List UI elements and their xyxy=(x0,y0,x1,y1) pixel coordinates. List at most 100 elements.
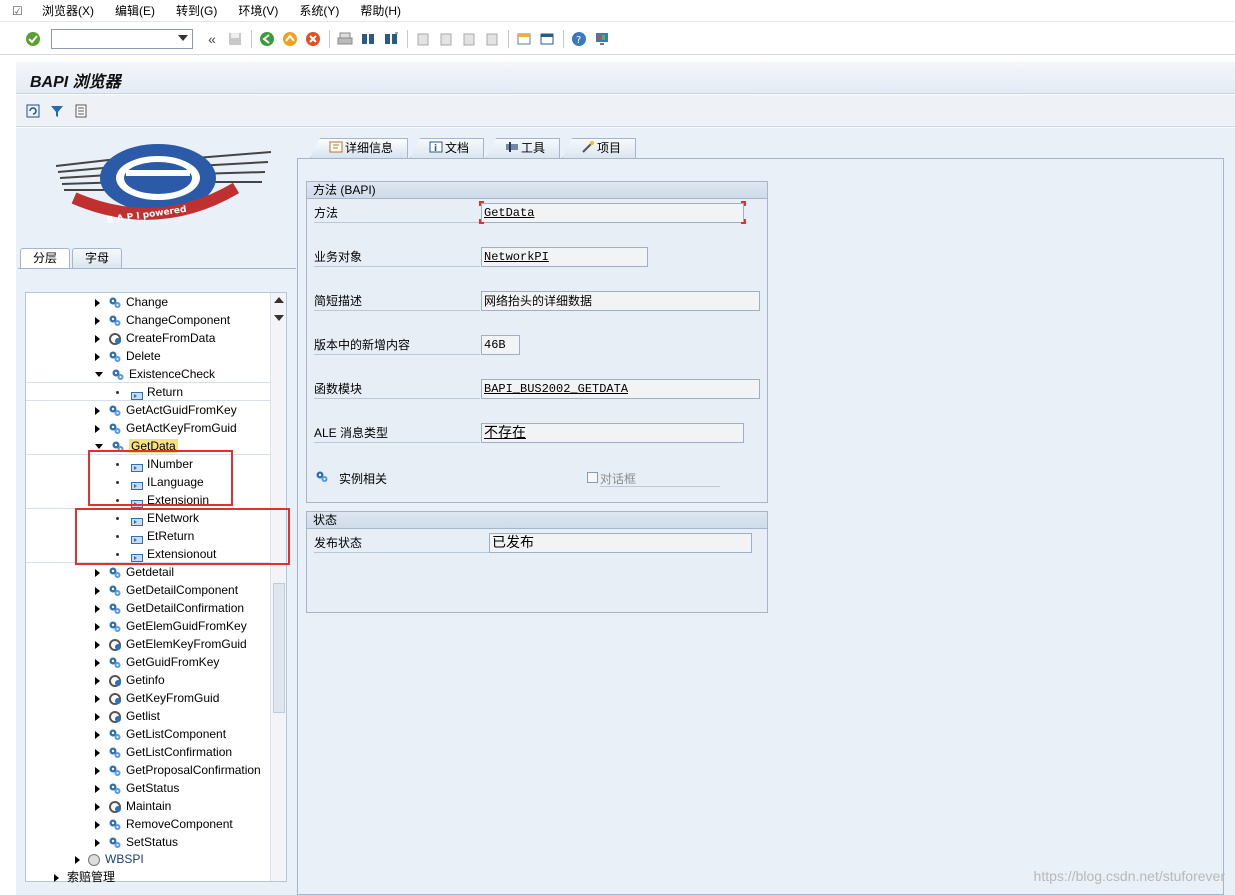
list-icon[interactable] xyxy=(72,102,90,120)
menu-help[interactable]: 帮助(H) xyxy=(360,2,401,19)
find-icon[interactable] xyxy=(359,30,377,48)
tree-method-item[interactable]: Getdetail xyxy=(26,563,270,581)
back-icon[interactable] xyxy=(258,30,276,48)
expand-icon[interactable] xyxy=(95,712,100,721)
tree-method-item[interactable]: GetDetailComponent xyxy=(26,581,270,599)
expand-icon[interactable] xyxy=(95,334,100,343)
last-page-icon[interactable] xyxy=(483,30,501,48)
command-field[interactable] xyxy=(51,28,193,49)
tree-scrollbar[interactable] xyxy=(270,293,286,881)
expand-icon[interactable] xyxy=(95,568,100,577)
tree-method-item[interactable]: GetStatus xyxy=(26,779,270,797)
tree-method-item[interactable]: GetProposalConfirmation xyxy=(26,761,270,779)
tree-method-item[interactable]: CreateFromData xyxy=(26,329,270,347)
release-status-field[interactable]: 已发布 xyxy=(489,533,752,553)
exit-icon[interactable] xyxy=(281,30,299,48)
customize-layout-icon[interactable] xyxy=(593,30,611,48)
dialog-checkbox[interactable] xyxy=(587,472,598,483)
tree-item-wbspi[interactable]: WBSPI xyxy=(75,850,144,868)
expand-icon[interactable] xyxy=(95,406,100,415)
expand-icon[interactable] xyxy=(95,766,100,775)
help-icon[interactable]: ? xyxy=(570,30,588,48)
shortcut-icon[interactable] xyxy=(538,30,556,48)
tree-method-item[interactable]: GetElemGuidFromKey xyxy=(26,617,270,635)
expand-icon[interactable] xyxy=(95,694,100,703)
scroll-up-icon[interactable] xyxy=(274,297,284,303)
filter-icon[interactable] xyxy=(48,102,66,120)
expand-icon[interactable] xyxy=(95,658,100,667)
tree-param-item[interactable]: Return xyxy=(26,383,270,401)
tree-method-item[interactable]: Getlist xyxy=(26,707,270,725)
tree-method-item[interactable]: Maintain xyxy=(26,797,270,815)
expand-icon[interactable] xyxy=(95,820,100,829)
tree-method-item[interactable]: GetKeyFromGuid xyxy=(26,689,270,707)
collapse-icon[interactable] xyxy=(95,372,103,378)
find-next-icon[interactable] xyxy=(382,30,400,48)
print-icon[interactable] xyxy=(336,30,354,48)
expand-icon[interactable] xyxy=(95,316,100,325)
tree-method-item[interactable]: ChangeComponent xyxy=(26,311,270,329)
method-gear-icon xyxy=(108,674,122,688)
release-field[interactable]: 46B xyxy=(481,335,520,355)
menu-system[interactable]: 系统(Y) xyxy=(299,2,339,19)
collapse-icon[interactable] xyxy=(95,444,103,450)
tree-method-item[interactable]: ExistenceCheck xyxy=(26,365,270,383)
menu-goto[interactable]: 转到(G) xyxy=(176,2,217,19)
first-page-icon[interactable] xyxy=(414,30,432,48)
tree-method-item[interactable]: GetDetailConfirmation xyxy=(26,599,270,617)
expand-icon[interactable] xyxy=(95,298,100,307)
expand-icon[interactable] xyxy=(95,604,100,613)
expand-icon[interactable] xyxy=(95,586,100,595)
tree-method-item[interactable]: Getinfo xyxy=(26,671,270,689)
enter-icon[interactable] xyxy=(24,30,42,48)
expand-icon[interactable] xyxy=(95,838,100,847)
tab-project[interactable]: 项目 xyxy=(562,138,637,158)
next-page-icon[interactable] xyxy=(460,30,478,48)
tab-details[interactable]: 详细信息 xyxy=(310,138,409,158)
tree-method-item[interactable]: GetActKeyFromGuid xyxy=(26,419,270,437)
expand-icon[interactable] xyxy=(95,676,100,685)
tab-documentation[interactable]: i 文档 xyxy=(410,138,485,158)
expand-icon[interactable] xyxy=(95,424,100,433)
menu-edit[interactable]: 编辑(E) xyxy=(115,2,155,19)
collapse-command-icon[interactable]: « xyxy=(203,30,221,48)
chevron-down-icon[interactable] xyxy=(178,34,188,41)
save-icon[interactable] xyxy=(226,30,244,48)
expand-icon[interactable] xyxy=(95,730,100,739)
new-session-icon[interactable] xyxy=(515,30,533,48)
menu-browser[interactable]: 浏览器(X) xyxy=(42,2,94,19)
expand-icon[interactable] xyxy=(95,748,100,757)
scroll-down-icon[interactable] xyxy=(274,315,284,321)
expand-icon[interactable] xyxy=(95,802,100,811)
refresh-icon[interactable] xyxy=(24,102,42,120)
tree-method-item[interactable]: GetActGuidFromKey xyxy=(26,401,270,419)
tab-hierarchical[interactable]: 分层 xyxy=(20,248,71,268)
expand-icon[interactable] xyxy=(95,640,100,649)
tree-method-item[interactable]: SetStatus xyxy=(26,833,270,851)
tree-method-item[interactable]: GetListConfirmation xyxy=(26,743,270,761)
function-module-field[interactable]: BAPI_BUS2002_GETDATA xyxy=(481,379,760,399)
expand-icon[interactable] xyxy=(95,352,100,361)
tab-tools[interactable]: 工具 xyxy=(486,138,561,158)
method-field[interactable]: GetData xyxy=(481,203,744,223)
expand-icon[interactable] xyxy=(54,873,59,882)
menu-environment[interactable]: 环境(V) xyxy=(238,2,278,19)
tree-item-claims[interactable]: 索赔管理 xyxy=(54,868,115,886)
cancel-icon[interactable] xyxy=(304,30,322,48)
expand-icon[interactable] xyxy=(95,784,100,793)
tab-alphabetical[interactable]: 字母 xyxy=(72,248,123,268)
scroll-thumb[interactable] xyxy=(273,583,285,713)
ale-message-type-field[interactable]: 不存在 xyxy=(481,423,744,443)
expand-icon[interactable] xyxy=(95,622,100,631)
tree-method-item[interactable]: RemoveComponent xyxy=(26,815,270,833)
app-menu-icon[interactable]: ☑ xyxy=(12,4,28,18)
tree-method-item[interactable]: Change xyxy=(26,293,270,311)
business-object-field[interactable]: NetworkPI xyxy=(481,247,648,267)
previous-page-icon[interactable] xyxy=(437,30,455,48)
tree-method-item[interactable]: Delete xyxy=(26,347,270,365)
tree-method-item[interactable]: GetGuidFromKey xyxy=(26,653,270,671)
tree-method-item[interactable]: GetElemKeyFromGuid xyxy=(26,635,270,653)
short-text-field[interactable]: 网络抬头的详细数据 xyxy=(481,291,760,311)
tree-method-item[interactable]: GetListComponent xyxy=(26,725,270,743)
expand-icon[interactable] xyxy=(75,855,80,864)
